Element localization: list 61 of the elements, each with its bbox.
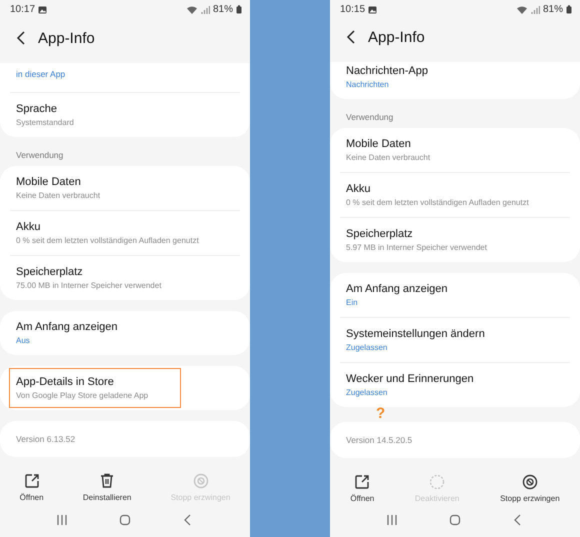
stop-icon	[520, 472, 539, 491]
setting-value: Aus	[16, 334, 31, 346]
setting-title[interactable]: Wecker und Erinnerungen	[346, 372, 564, 386]
action-button[interactable]: Öffnen	[346, 470, 378, 505]
setting-value: 5.97 MB in Interner Speicher verwendet	[346, 242, 488, 253]
signal-icon	[530, 5, 540, 14]
battery-level: 81%	[542, 4, 563, 16]
setting-value: Keine Daten verbraucht	[346, 152, 432, 163]
battery-icon	[566, 5, 572, 14]
setting-title[interactable]: Akku	[346, 182, 564, 196]
setting-value: Keine Daten verbraucht	[16, 190, 102, 201]
setting-value: 0 % seit dem letzten vollständigen Aufladen genutzt	[16, 234, 200, 246]
status-time: 10:15	[340, 4, 366, 16]
dashed-circle-icon	[428, 472, 446, 491]
action-button[interactable]: Öffnen	[16, 470, 48, 504]
home-icon[interactable]	[118, 514, 131, 526]
setting-title[interactable]: Speicherplatz	[16, 264, 234, 279]
setting-title[interactable]: App-Details in Store	[16, 374, 234, 389]
back-icon[interactable]	[346, 30, 356, 44]
screen-title: App-Info	[38, 30, 95, 47]
setting-title[interactable]: Speicherplatz	[346, 226, 564, 241]
stop-icon	[192, 472, 210, 490]
setting-value: Zugelassen	[346, 342, 388, 353]
setting-title[interactable]: Am Anfang anzeigen	[16, 320, 234, 334]
screen-title: App-Info	[368, 28, 425, 46]
wifi-icon	[186, 5, 198, 14]
open-external-icon	[22, 472, 41, 490]
battery-level: 81%	[212, 4, 233, 16]
section-heading: Verwendung	[15, 148, 64, 162]
gallery-icon	[38, 6, 48, 14]
signal-icon	[200, 5, 210, 14]
setting-value: Nachrichten	[346, 78, 390, 90]
battery-icon	[236, 5, 242, 14]
recents-icon[interactable]	[56, 514, 68, 526]
recents-icon[interactable]	[386, 514, 398, 526]
setting-value: Zugelassen	[346, 386, 388, 398]
setting-value: 75.00 MB in Interner Speicher verwendet	[16, 280, 162, 291]
question-mark: ?	[376, 404, 386, 422]
action-button[interactable]: Stopp erzwingen	[496, 470, 564, 505]
setting-value: Von Google Play Store geladene App	[16, 390, 150, 401]
setting-title[interactable]: Systemeinstellungen ändern	[346, 326, 564, 341]
section-heading: Verwendung	[345, 110, 394, 124]
back-icon[interactable]	[16, 31, 26, 46]
wifi-icon	[516, 5, 528, 14]
setting-title[interactable]: Mobile Daten	[16, 174, 234, 189]
setting-title[interactable]: Akku	[16, 220, 234, 234]
setting-value: 0 % seit dem letzten vollständigen Aufladen genutzt	[346, 196, 530, 208]
setting-title[interactable]: Sprache	[16, 102, 234, 116]
status-time: 10:17	[10, 4, 36, 16]
setting-title[interactable]: Am Anfang anzeigen	[346, 282, 564, 296]
setting-title[interactable]: Nachrichten-App	[346, 64, 564, 78]
setting-value: Ein	[346, 296, 359, 308]
gallery-icon	[368, 6, 378, 14]
home-icon[interactable]	[448, 514, 461, 526]
setting-value: Version 6.13.52	[16, 432, 76, 446]
setting-title[interactable]: Mobile Daten	[346, 136, 564, 151]
setting-value: Systemstandard	[16, 116, 75, 128]
setting-value: in dieser App	[16, 68, 66, 81]
setting-value: Version 14.5.20.5	[346, 434, 414, 447]
open-external-icon	[353, 472, 372, 491]
action-button[interactable]: Deinstallieren	[78, 470, 136, 504]
